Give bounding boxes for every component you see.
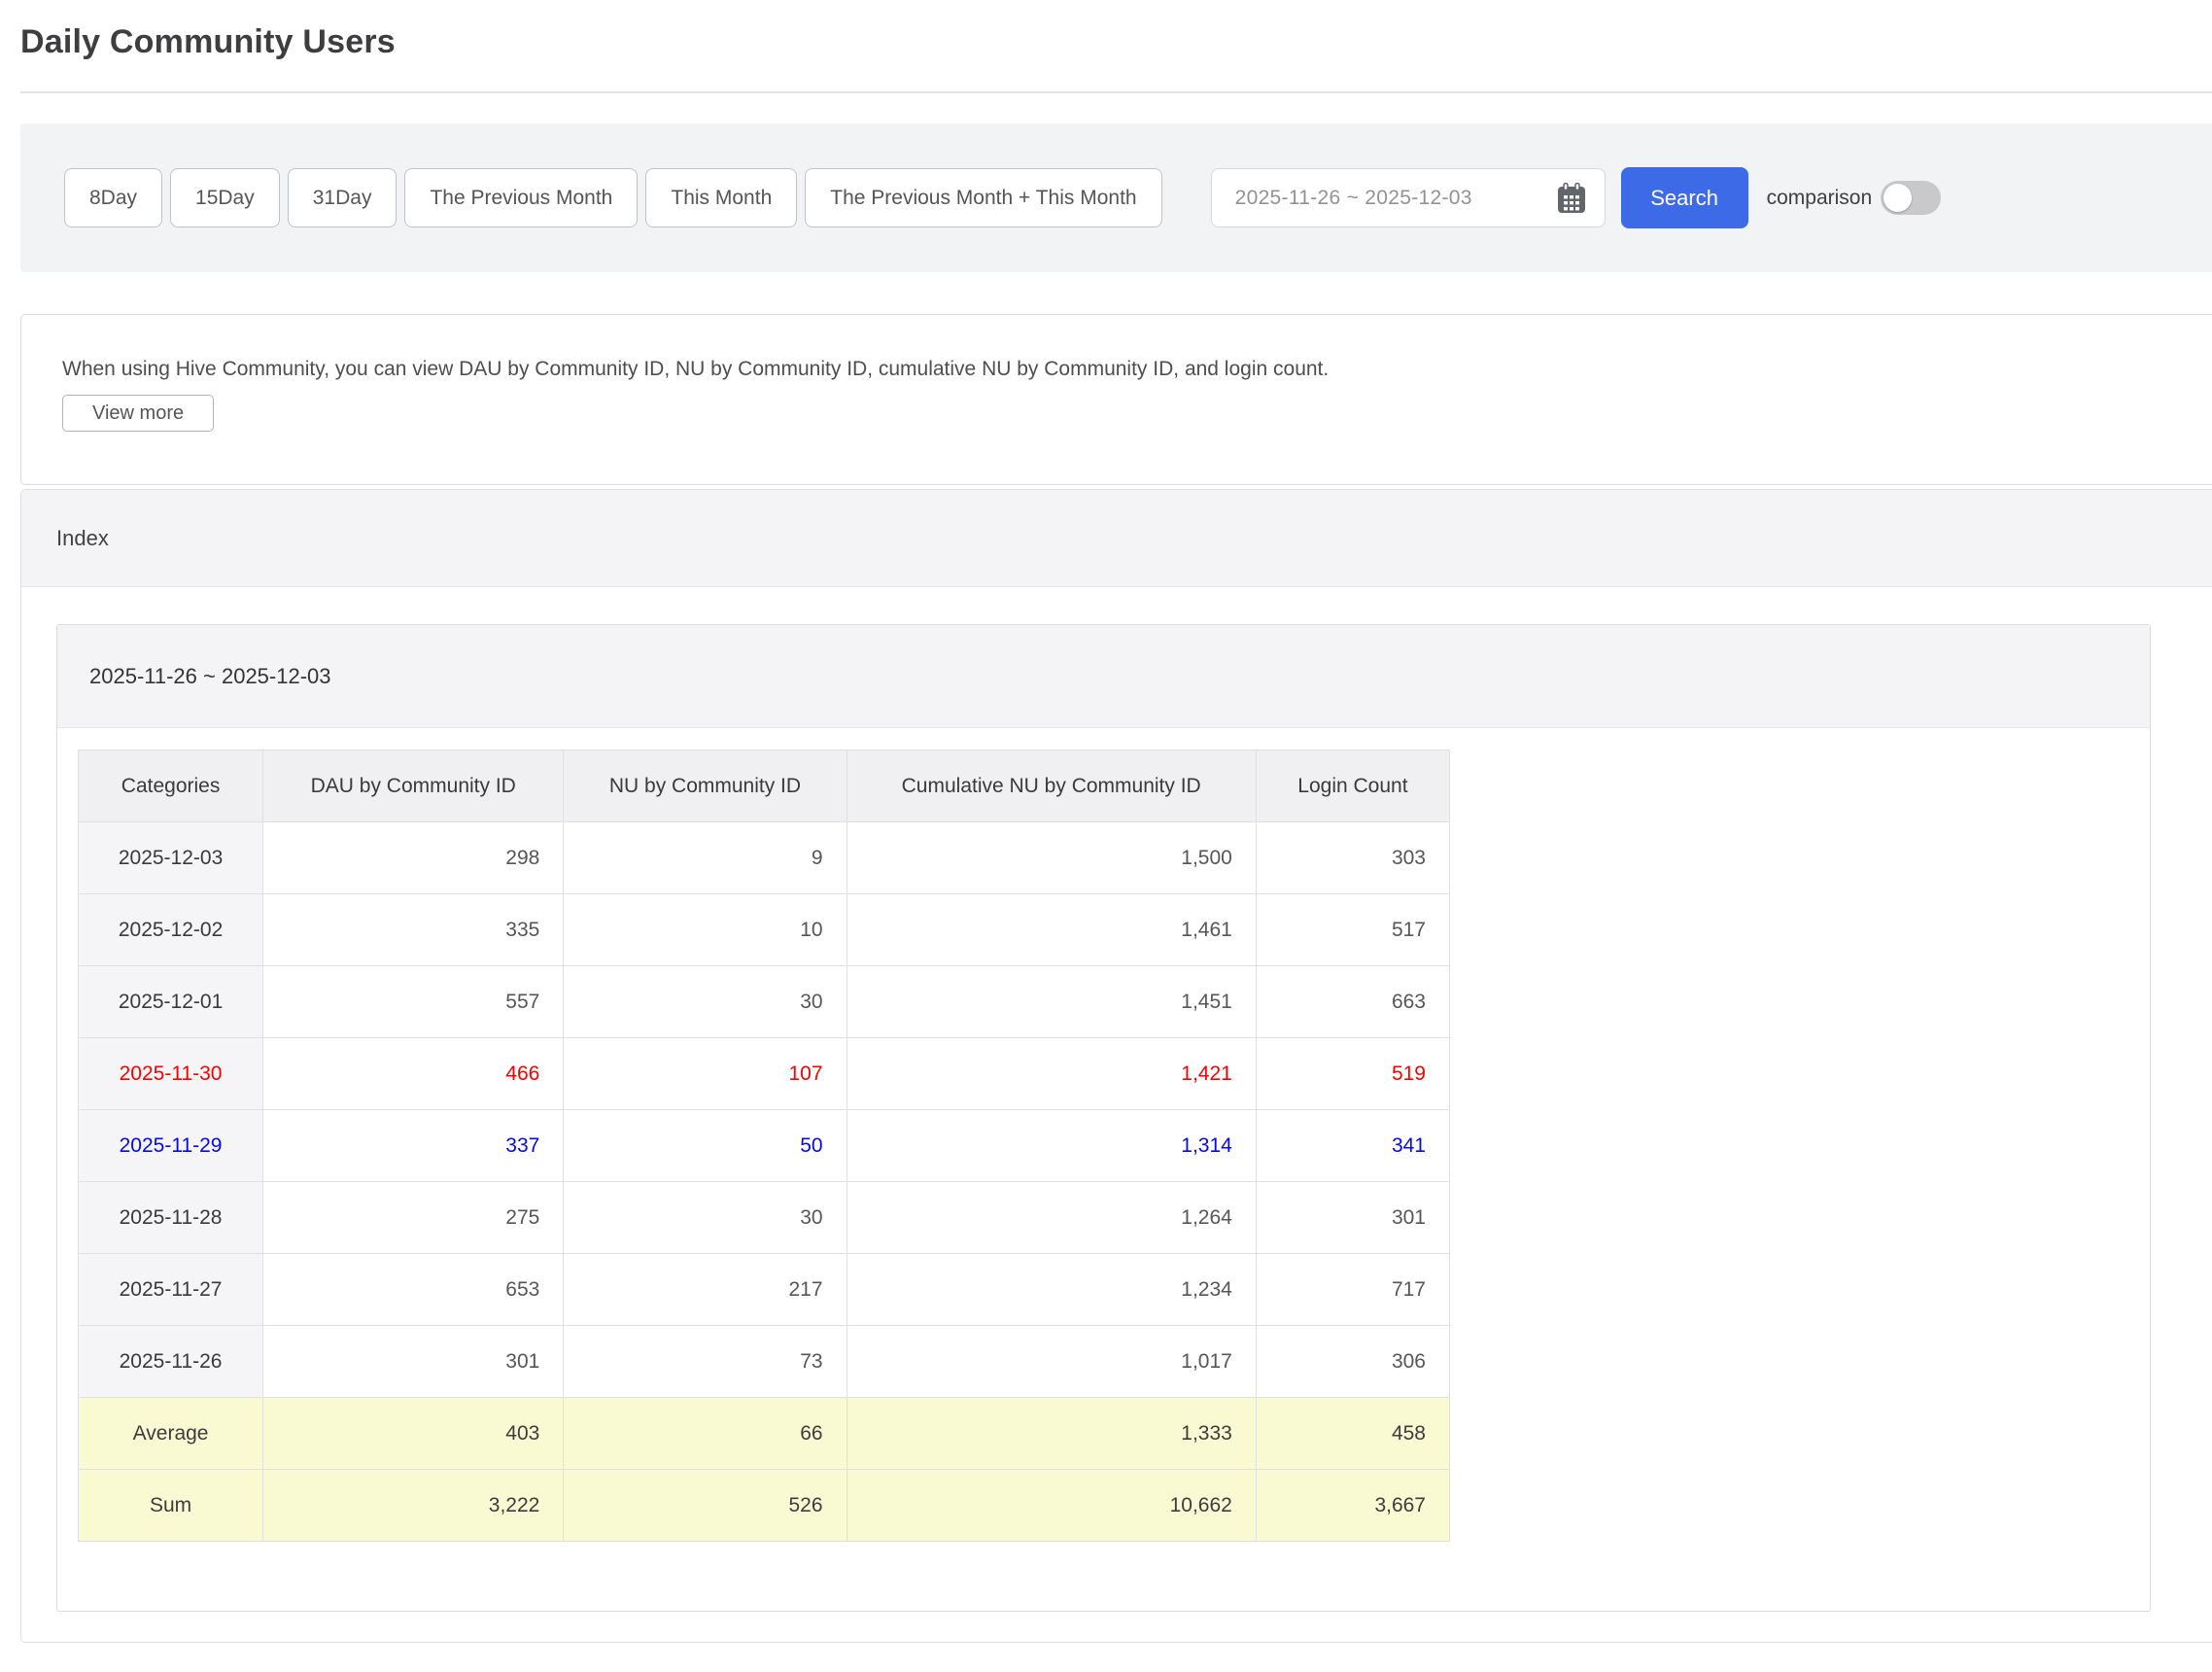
- value-cell: 458: [1256, 1398, 1449, 1470]
- column-header: NU by Community ID: [564, 750, 847, 822]
- quick-range-button-5[interactable]: This Month: [645, 168, 797, 227]
- value-cell: 9: [564, 822, 847, 894]
- table-row: 2025-11-276532171,234717: [79, 1254, 1450, 1326]
- value-cell: 466: [263, 1038, 564, 1110]
- value-cell: 298: [263, 822, 564, 894]
- value-cell: 1,500: [847, 822, 1256, 894]
- category-cell: 2025-11-29: [79, 1110, 263, 1182]
- value-cell: 717: [1256, 1254, 1449, 1326]
- value-cell: 306: [1256, 1326, 1449, 1398]
- value-cell: 275: [263, 1182, 564, 1254]
- comparison-label: comparison: [1767, 187, 1873, 210]
- value-cell: 663: [1256, 966, 1449, 1038]
- category-cell: Sum: [79, 1470, 263, 1542]
- category-cell: 2025-12-01: [79, 966, 263, 1038]
- value-cell: 30: [564, 966, 847, 1038]
- quick-range-button-3[interactable]: 31Day: [288, 168, 397, 227]
- category-cell: 2025-11-28: [79, 1182, 263, 1254]
- table-row: Average403661,333458: [79, 1398, 1450, 1470]
- category-cell: 2025-11-26: [79, 1326, 263, 1398]
- value-cell: 10: [564, 894, 847, 966]
- value-cell: 1,333: [847, 1398, 1256, 1470]
- report-range-title: 2025-11-26 ~ 2025-12-03: [57, 625, 2150, 728]
- table-row: 2025-11-28275301,264301: [79, 1182, 1450, 1254]
- table-body: 2025-12-0329891,5003032025-12-02335101,4…: [79, 822, 1450, 1542]
- value-cell: 66: [564, 1398, 847, 1470]
- index-panel-title: Index: [21, 490, 2212, 587]
- filter-bar: 8Day15Day31DayThe Previous MonthThis Mon…: [20, 123, 2212, 272]
- value-cell: 335: [263, 894, 564, 966]
- date-range-report-box: 2025-11-26 ~ 2025-12-03 CategoriesDAU by…: [56, 624, 2151, 1612]
- value-cell: 10,662: [847, 1470, 1256, 1542]
- value-cell: 301: [1256, 1182, 1449, 1254]
- value-cell: 557: [263, 966, 564, 1038]
- quick-range-button-6[interactable]: The Previous Month + This Month: [805, 168, 1161, 227]
- quick-range-button-4[interactable]: The Previous Month: [404, 168, 638, 227]
- value-cell: 337: [263, 1110, 564, 1182]
- category-cell: 2025-11-30: [79, 1038, 263, 1110]
- index-panel-body: 2025-11-26 ~ 2025-12-03 CategoriesDAU by…: [21, 587, 2212, 1612]
- value-cell: 517: [1256, 894, 1449, 966]
- table-header-row: CategoriesDAU by Community IDNU by Commu…: [79, 750, 1450, 822]
- value-cell: 303: [1256, 822, 1449, 894]
- table-row: Sum3,22252610,6623,667: [79, 1470, 1450, 1542]
- value-cell: 341: [1256, 1110, 1449, 1182]
- toggle-knob: [1884, 184, 1912, 212]
- value-cell: 3,667: [1256, 1470, 1449, 1542]
- value-cell: 1,461: [847, 894, 1256, 966]
- value-cell: 3,222: [263, 1470, 564, 1542]
- view-more-button[interactable]: View more: [62, 395, 214, 432]
- category-cell: 2025-11-27: [79, 1254, 263, 1326]
- table-row: 2025-11-304661071,421519: [79, 1038, 1450, 1110]
- calendar-icon[interactable]: [1556, 182, 1587, 215]
- value-cell: 1,314: [847, 1110, 1256, 1182]
- page-title: Daily Community Users: [20, 23, 2212, 61]
- report-table-area: CategoriesDAU by Community IDNU by Commu…: [57, 728, 2150, 1542]
- value-cell: 30: [564, 1182, 847, 1254]
- column-header: Cumulative NU by Community ID: [847, 750, 1256, 822]
- table-row: 2025-12-0329891,500303: [79, 822, 1450, 894]
- table-row: 2025-12-02335101,461517: [79, 894, 1450, 966]
- notice-text: When using Hive Community, you can view …: [62, 358, 2212, 381]
- column-header: Categories: [79, 750, 263, 822]
- table-row: 2025-12-01557301,451663: [79, 966, 1450, 1038]
- quick-range-button-2[interactable]: 15Day: [170, 168, 280, 227]
- notice-box: When using Hive Community, you can view …: [20, 314, 2212, 485]
- date-range-value: 2025-11-26 ~ 2025-12-03: [1235, 187, 1472, 210]
- value-cell: 217: [564, 1254, 847, 1326]
- category-cell: Average: [79, 1398, 263, 1470]
- value-cell: 1,421: [847, 1038, 1256, 1110]
- value-cell: 1,017: [847, 1326, 1256, 1398]
- community-users-table: CategoriesDAU by Community IDNU by Commu…: [78, 749, 1450, 1542]
- table-row: 2025-11-29337501,314341: [79, 1110, 1450, 1182]
- value-cell: 1,451: [847, 966, 1256, 1038]
- table-row: 2025-11-26301731,017306: [79, 1326, 1450, 1398]
- column-header: DAU by Community ID: [263, 750, 564, 822]
- value-cell: 301: [263, 1326, 564, 1398]
- quick-range-buttons: 8Day15Day31DayThe Previous MonthThis Mon…: [64, 168, 1170, 227]
- category-cell: 2025-12-02: [79, 894, 263, 966]
- quick-range-button-1[interactable]: 8Day: [64, 168, 162, 227]
- comparison-toggle[interactable]: [1881, 181, 1941, 215]
- value-cell: 653: [263, 1254, 564, 1326]
- date-range-input[interactable]: 2025-11-26 ~ 2025-12-03: [1211, 168, 1606, 227]
- page-header: Daily Community Users: [20, 0, 2212, 93]
- index-panel: Index 2025-11-26 ~ 2025-12-03 Categories…: [20, 489, 2212, 1643]
- search-button[interactable]: Search: [1621, 167, 1748, 228]
- value-cell: 526: [564, 1470, 847, 1542]
- value-cell: 403: [263, 1398, 564, 1470]
- value-cell: 519: [1256, 1038, 1449, 1110]
- column-header: Login Count: [1256, 750, 1449, 822]
- value-cell: 73: [564, 1326, 847, 1398]
- value-cell: 1,234: [847, 1254, 1256, 1326]
- value-cell: 1,264: [847, 1182, 1256, 1254]
- category-cell: 2025-12-03: [79, 822, 263, 894]
- value-cell: 107: [564, 1038, 847, 1110]
- value-cell: 50: [564, 1110, 847, 1182]
